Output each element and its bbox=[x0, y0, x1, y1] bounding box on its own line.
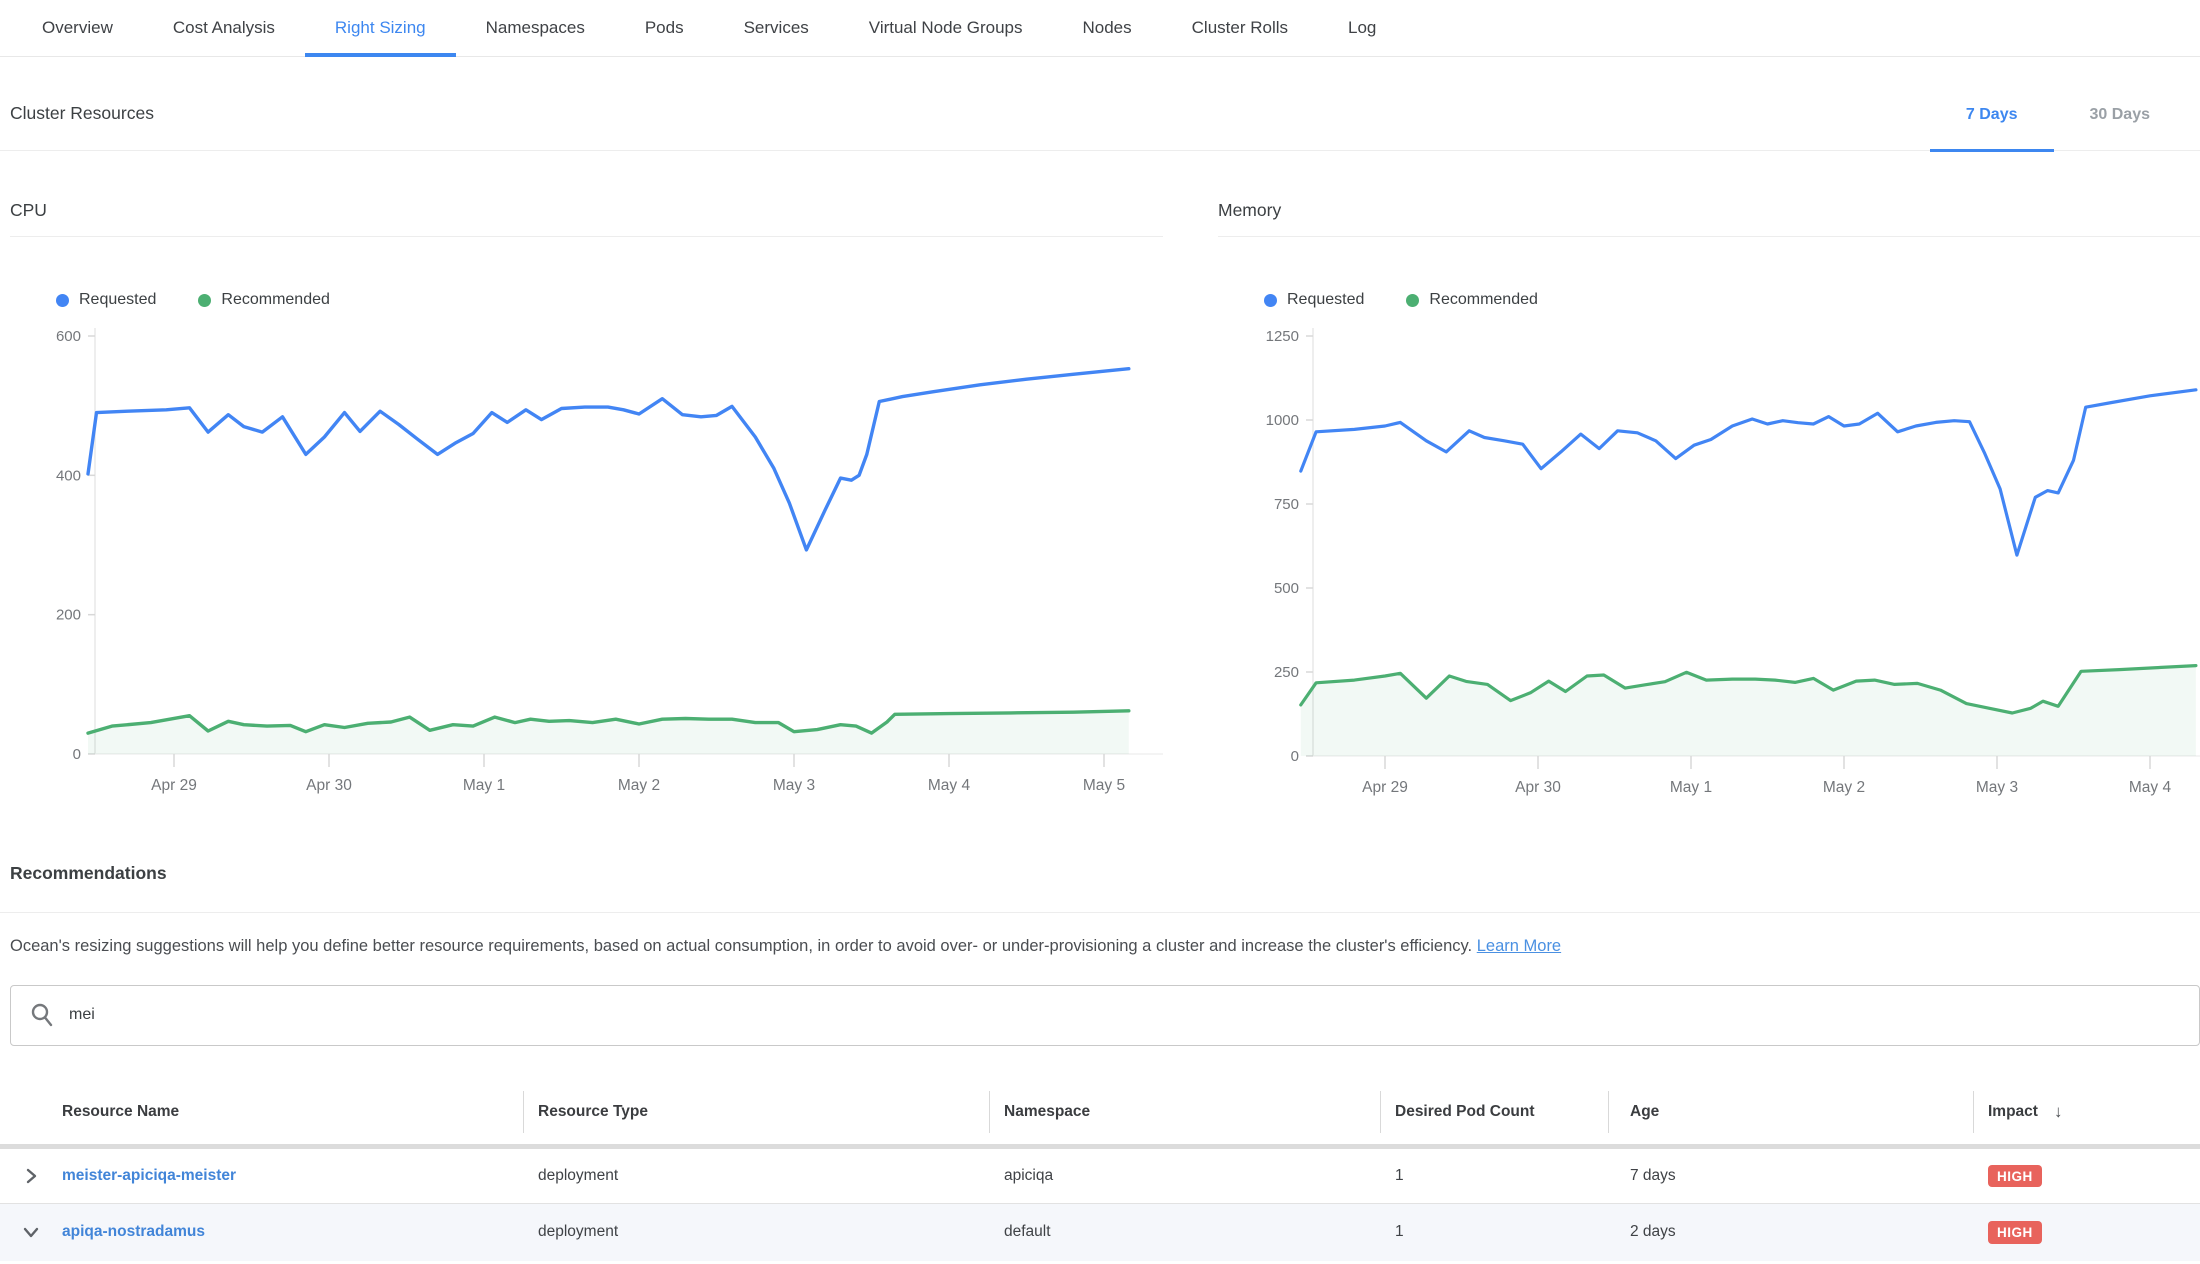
period-30-days[interactable]: 30 Days bbox=[2054, 106, 2187, 150]
tab-services[interactable]: Services bbox=[714, 0, 839, 56]
table-row-expanded[interactable]: apiqa-nostradamus deployment default 1 2… bbox=[0, 1204, 2200, 1261]
tab-cluster-rolls[interactable]: Cluster Rolls bbox=[1162, 0, 1318, 56]
chevron-down-icon[interactable] bbox=[0, 1224, 62, 1240]
impact-high-badge: HIGH bbox=[1988, 1165, 2042, 1188]
column-header-impact[interactable]: Impact ↓ bbox=[1973, 1080, 2200, 1144]
resource-name-link[interactable]: apiqa-nostradamus bbox=[62, 1223, 205, 1241]
svg-text:600: 600 bbox=[56, 328, 81, 345]
svg-text:May 5: May 5 bbox=[1083, 777, 1125, 794]
period-toggle: 7 Days 30 Days bbox=[1930, 57, 2186, 150]
namespace-cell: default bbox=[989, 1223, 1380, 1241]
table-row[interactable]: meister-apiciqa-meister deployment apici… bbox=[0, 1149, 2200, 1204]
legend-recommended-label: Recommended bbox=[1429, 291, 1538, 309]
desired-pod-count-cell: 1 bbox=[1380, 1223, 1608, 1241]
svg-text:750: 750 bbox=[1274, 496, 1299, 513]
cpu-chart-panel: CPU Requested Recommended 0 200 400 600 Apr … bbox=[10, 151, 1163, 803]
svg-text:May 1: May 1 bbox=[463, 777, 505, 794]
svg-text:Apr 30: Apr 30 bbox=[306, 777, 352, 794]
recommendations-divider bbox=[0, 912, 2200, 913]
legend-recommended: Recommended bbox=[198, 291, 330, 309]
column-header-resource-name[interactable]: Resource Name bbox=[0, 1080, 523, 1144]
svg-text:May 3: May 3 bbox=[1976, 779, 2018, 796]
search-input[interactable] bbox=[69, 1006, 2199, 1024]
column-header-desired-pod-count[interactable]: Desired Pod Count bbox=[1380, 1080, 1608, 1144]
svg-text:May 1: May 1 bbox=[1670, 779, 1712, 796]
svg-text:0: 0 bbox=[73, 746, 81, 763]
svg-text:Apr 29: Apr 29 bbox=[1362, 779, 1408, 796]
recommendations-description: Ocean's resizing suggestions will help y… bbox=[0, 935, 2200, 959]
svg-text:May 4: May 4 bbox=[2129, 779, 2172, 796]
cpu-chart-title: CPU bbox=[10, 200, 1163, 237]
chevron-right-icon[interactable] bbox=[0, 1168, 62, 1184]
tab-log[interactable]: Log bbox=[1318, 0, 1406, 56]
namespace-cell: apiciqa bbox=[989, 1167, 1380, 1185]
svg-text:May 2: May 2 bbox=[1823, 779, 1865, 796]
memory-chart-title: Memory bbox=[1218, 200, 2200, 237]
tab-right-sizing[interactable]: Right Sizing bbox=[305, 0, 456, 56]
sort-descending-icon[interactable]: ↓ bbox=[2054, 1102, 2063, 1122]
svg-text:250: 250 bbox=[1274, 664, 1299, 681]
svg-text:Apr 30: Apr 30 bbox=[1515, 779, 1561, 796]
requested-dot-icon bbox=[1264, 294, 1277, 307]
age-cell: 7 days bbox=[1608, 1167, 1973, 1185]
tab-nodes[interactable]: Nodes bbox=[1053, 0, 1162, 56]
charts-row: CPU Requested Recommended 0 200 400 600 Apr … bbox=[0, 151, 2200, 803]
svg-text:1000: 1000 bbox=[1266, 412, 1299, 429]
legend-requested: Requested bbox=[56, 291, 156, 309]
tab-namespaces[interactable]: Namespaces bbox=[456, 0, 615, 56]
legend-requested-label: Requested bbox=[79, 291, 156, 309]
column-header-resource-type[interactable]: Resource Type bbox=[523, 1080, 989, 1144]
legend-requested: Requested bbox=[1264, 291, 1364, 309]
column-header-namespace[interactable]: Namespace bbox=[989, 1080, 1380, 1144]
resource-name-link[interactable]: meister-apiciqa-meister bbox=[62, 1167, 236, 1185]
cluster-resources-header: Cluster Resources 7 Days 30 Days bbox=[0, 57, 2200, 151]
learn-more-link[interactable]: Learn More bbox=[1477, 937, 1561, 955]
legend-recommended-label: Recommended bbox=[221, 291, 330, 309]
period-7-days[interactable]: 7 Days bbox=[1930, 106, 2054, 150]
resource-search-box bbox=[10, 985, 2200, 1046]
memory-chart-legend: Requested Recommended bbox=[1264, 291, 2200, 309]
svg-text:May 4: May 4 bbox=[928, 777, 971, 794]
tab-virtual-node-groups[interactable]: Virtual Node Groups bbox=[839, 0, 1053, 56]
requested-dot-icon bbox=[56, 294, 69, 307]
recommendations-table: Resource Name Resource Type Namespace De… bbox=[0, 1080, 2200, 1261]
table-header-row: Resource Name Resource Type Namespace De… bbox=[0, 1080, 2200, 1144]
age-cell: 2 days bbox=[1608, 1223, 1973, 1241]
svg-text:May 3: May 3 bbox=[773, 777, 815, 794]
tab-cost-analysis[interactable]: Cost Analysis bbox=[143, 0, 305, 56]
svg-text:Apr 29: Apr 29 bbox=[151, 777, 197, 794]
svg-text:200: 200 bbox=[56, 607, 81, 624]
svg-text:400: 400 bbox=[56, 467, 81, 484]
cpu-chart-legend: Requested Recommended bbox=[56, 291, 1163, 309]
cpu-line-chart: 0 200 400 600 Apr 29 Apr 30 May 1 May 2 May 3 May… bbox=[10, 321, 1163, 803]
resource-type-cell: deployment bbox=[523, 1223, 989, 1241]
recommended-dot-icon bbox=[198, 294, 211, 307]
top-tab-bar: Overview Cost Analysis Right Sizing Name… bbox=[0, 0, 2200, 57]
svg-text:May 2: May 2 bbox=[618, 777, 660, 794]
search-icon bbox=[29, 1002, 55, 1028]
cluster-resources-title: Cluster Resources bbox=[10, 103, 154, 150]
recommendations-description-text: Ocean's resizing suggestions will help y… bbox=[10, 937, 1477, 955]
tab-pods[interactable]: Pods bbox=[615, 0, 714, 56]
legend-recommended: Recommended bbox=[1406, 291, 1538, 309]
impact-header-label: Impact bbox=[1988, 1103, 2038, 1121]
svg-text:500: 500 bbox=[1274, 580, 1299, 597]
column-header-age[interactable]: Age bbox=[1608, 1080, 1973, 1144]
recommended-dot-icon bbox=[1406, 294, 1419, 307]
tab-overview[interactable]: Overview bbox=[12, 0, 143, 56]
memory-chart-panel: Memory Requested Recommended 0 250 500 750 1… bbox=[1218, 151, 2200, 803]
svg-text:1250: 1250 bbox=[1266, 328, 1299, 345]
recommendations-title: Recommendations bbox=[0, 863, 2200, 884]
memory-line-chart: 0 250 500 750 1000 1250 Apr 29 Apr 30 May 1 May 2… bbox=[1218, 321, 2200, 803]
resource-type-cell: deployment bbox=[523, 1167, 989, 1185]
desired-pod-count-cell: 1 bbox=[1380, 1167, 1608, 1185]
impact-high-badge: HIGH bbox=[1988, 1221, 2042, 1244]
legend-requested-label: Requested bbox=[1287, 291, 1364, 309]
svg-text:0: 0 bbox=[1291, 748, 1299, 765]
